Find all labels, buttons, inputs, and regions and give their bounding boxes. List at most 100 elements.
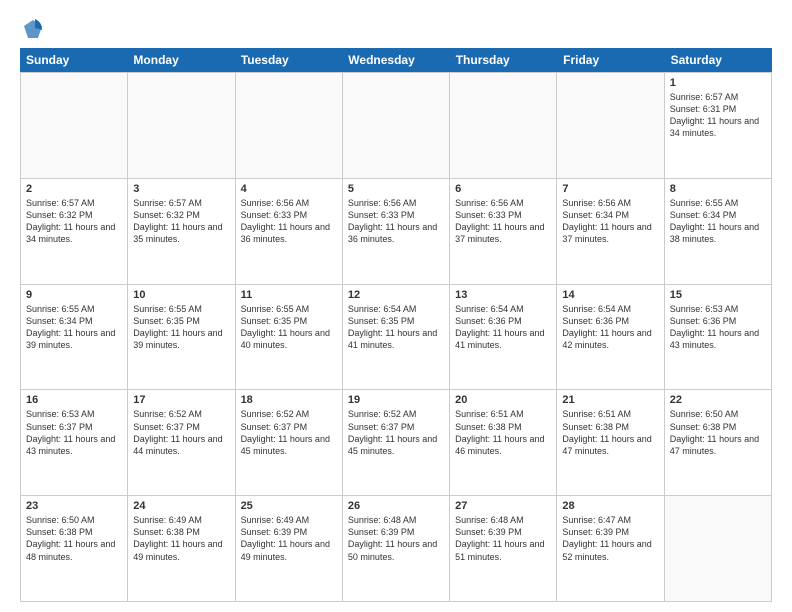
day-info: Sunrise: 6:54 AM Sunset: 6:35 PM Dayligh… bbox=[348, 303, 444, 352]
header-day-sunday: Sunday bbox=[20, 48, 127, 72]
day-number: 27 bbox=[455, 500, 551, 512]
day-info: Sunrise: 6:55 AM Sunset: 6:34 PM Dayligh… bbox=[26, 303, 122, 352]
calendar-cell bbox=[128, 73, 235, 179]
calendar-cell: 18 Sunrise: 6:52 AM Sunset: 6:37 PM Dayli… bbox=[236, 390, 343, 496]
calendar-cell: 17 Sunrise: 6:52 AM Sunset: 6:37 PM Dayli… bbox=[128, 390, 235, 496]
day-number: 26 bbox=[348, 500, 444, 512]
day-number: 3 bbox=[133, 183, 229, 195]
calendar-cell: 4 Sunrise: 6:56 AM Sunset: 6:33 PM Daylig… bbox=[236, 179, 343, 285]
day-number: 12 bbox=[348, 289, 444, 301]
day-info: Sunrise: 6:56 AM Sunset: 6:33 PM Dayligh… bbox=[241, 197, 337, 246]
day-number: 9 bbox=[26, 289, 122, 301]
calendar-cell bbox=[665, 496, 772, 602]
calendar-cell: 20Sunrise: 6:51 AM Sunset: 6:38 PM Dayli… bbox=[450, 390, 557, 496]
calendar-cell: 14 Sunrise: 6:54 AM Sunset: 6:36 PM Dayli… bbox=[557, 285, 664, 391]
day-info: Sunrise: 6:55 AM Sunset: 6:35 PM Dayligh… bbox=[241, 303, 337, 352]
day-info: Sunrise: 6:49 AM Sunset: 6:38 PM Dayligh… bbox=[133, 514, 229, 563]
day-info: Sunrise: 6:57 AM Sunset: 6:32 PM Dayligh… bbox=[133, 197, 229, 246]
day-number: 6 bbox=[455, 183, 551, 195]
header-day-friday: Friday bbox=[557, 48, 664, 72]
header-day-saturday: Saturday bbox=[665, 48, 772, 72]
day-number: 22 bbox=[670, 394, 766, 406]
day-info: Sunrise: 6:51 AM Sunset: 6:38 PM Dayligh… bbox=[562, 408, 658, 457]
calendar-row-1: 2 Sunrise: 6:57 AM Sunset: 6:32 PM Daylig… bbox=[21, 179, 772, 285]
calendar-cell: 25 Sunrise: 6:49 AM Sunset: 6:39 PM Dayli… bbox=[236, 496, 343, 602]
day-number: 18 bbox=[241, 394, 337, 406]
calendar-cell: 22 Sunrise: 6:50 AM Sunset: 6:38 PM Dayli… bbox=[665, 390, 772, 496]
day-number: 8 bbox=[670, 183, 766, 195]
day-info: Sunrise: 6:55 AM Sunset: 6:35 PM Dayligh… bbox=[133, 303, 229, 352]
day-number: 21 bbox=[562, 394, 658, 406]
day-info: Sunrise: 6:50 AM Sunset: 6:38 PM Dayligh… bbox=[670, 408, 766, 457]
calendar-row-0: 1 Sunrise: 6:57 AM Sunset: 6:31 PM Daylig… bbox=[21, 73, 772, 179]
calendar-header: SundayMondayTuesdayWednesdayThursdayFrid… bbox=[20, 48, 772, 72]
day-number: 4 bbox=[241, 183, 337, 195]
header-day-tuesday: Tuesday bbox=[235, 48, 342, 72]
day-info: Sunrise: 6:54 AM Sunset: 6:36 PM Dayligh… bbox=[455, 303, 551, 352]
day-number: 10 bbox=[133, 289, 229, 301]
day-number: 23 bbox=[26, 500, 122, 512]
calendar-cell: 24 Sunrise: 6:49 AM Sunset: 6:38 PM Dayli… bbox=[128, 496, 235, 602]
header-day-monday: Monday bbox=[127, 48, 234, 72]
day-info: Sunrise: 6:52 AM Sunset: 6:37 PM Dayligh… bbox=[133, 408, 229, 457]
header-day-thursday: Thursday bbox=[450, 48, 557, 72]
calendar-body: 1 Sunrise: 6:57 AM Sunset: 6:31 PM Daylig… bbox=[20, 72, 772, 602]
day-number: 17 bbox=[133, 394, 229, 406]
day-number: 5 bbox=[348, 183, 444, 195]
day-info: Sunrise: 6:54 AM Sunset: 6:36 PM Dayligh… bbox=[562, 303, 658, 352]
day-info: Sunrise: 6:52 AM Sunset: 6:37 PM Dayligh… bbox=[348, 408, 444, 457]
calendar-cell: 5 Sunrise: 6:56 AM Sunset: 6:33 PM Daylig… bbox=[343, 179, 450, 285]
calendar-cell: 13 Sunrise: 6:54 AM Sunset: 6:36 PM Dayli… bbox=[450, 285, 557, 391]
calendar-cell: 8 Sunrise: 6:55 AM Sunset: 6:34 PM Daylig… bbox=[665, 179, 772, 285]
day-number: 25 bbox=[241, 500, 337, 512]
day-number: 28 bbox=[562, 500, 658, 512]
day-number: 19 bbox=[348, 394, 444, 406]
calendar: SundayMondayTuesdayWednesdayThursdayFrid… bbox=[20, 48, 772, 602]
calendar-cell bbox=[450, 73, 557, 179]
day-number: 13 bbox=[455, 289, 551, 301]
calendar-cell: 16 Sunrise: 6:53 AM Sunset: 6:37 PM Dayli… bbox=[21, 390, 128, 496]
day-info: Sunrise: 6:50 AM Sunset: 6:38 PM Dayligh… bbox=[26, 514, 122, 563]
day-info: Sunrise: 6:52 AM Sunset: 6:37 PM Dayligh… bbox=[241, 408, 337, 457]
header-day-wednesday: Wednesday bbox=[342, 48, 449, 72]
day-info: Sunrise: 6:53 AM Sunset: 6:36 PM Dayligh… bbox=[670, 303, 766, 352]
calendar-cell bbox=[343, 73, 450, 179]
calendar-cell bbox=[557, 73, 664, 179]
calendar-cell bbox=[21, 73, 128, 179]
calendar-cell: 26 Sunrise: 6:48 AM Sunset: 6:39 PM Dayli… bbox=[343, 496, 450, 602]
day-number: 24 bbox=[133, 500, 229, 512]
calendar-cell: 10 Sunrise: 6:55 AM Sunset: 6:35 PM Dayli… bbox=[128, 285, 235, 391]
day-info: Sunrise: 6:55 AM Sunset: 6:34 PM Dayligh… bbox=[670, 197, 766, 246]
day-number: 2 bbox=[26, 183, 122, 195]
day-info: Sunrise: 6:56 AM Sunset: 6:34 PM Dayligh… bbox=[562, 197, 658, 246]
day-info: Sunrise: 6:49 AM Sunset: 6:39 PM Dayligh… bbox=[241, 514, 337, 563]
calendar-cell: 28 Sunrise: 6:47 AM Sunset: 6:39 PM Dayli… bbox=[557, 496, 664, 602]
calendar-row-3: 16 Sunrise: 6:53 AM Sunset: 6:37 PM Dayli… bbox=[21, 390, 772, 496]
day-number: 1 bbox=[670, 77, 766, 89]
calendar-row-4: 23 Sunrise: 6:50 AM Sunset: 6:38 PM Dayli… bbox=[21, 496, 772, 602]
logo-icon bbox=[22, 18, 44, 40]
calendar-cell: 11Sunrise: 6:55 AM Sunset: 6:35 PM Dayli… bbox=[236, 285, 343, 391]
calendar-cell: 3 Sunrise: 6:57 AM Sunset: 6:32 PM Daylig… bbox=[128, 179, 235, 285]
day-info: Sunrise: 6:57 AM Sunset: 6:31 PM Dayligh… bbox=[670, 91, 766, 140]
day-info: Sunrise: 6:48 AM Sunset: 6:39 PM Dayligh… bbox=[455, 514, 551, 563]
calendar-cell: 9 Sunrise: 6:55 AM Sunset: 6:34 PM Daylig… bbox=[21, 285, 128, 391]
calendar-cell: 19 Sunrise: 6:52 AM Sunset: 6:37 PM Dayli… bbox=[343, 390, 450, 496]
day-info: Sunrise: 6:56 AM Sunset: 6:33 PM Dayligh… bbox=[455, 197, 551, 246]
day-number: 16 bbox=[26, 394, 122, 406]
day-info: Sunrise: 6:56 AM Sunset: 6:33 PM Dayligh… bbox=[348, 197, 444, 246]
day-info: Sunrise: 6:48 AM Sunset: 6:39 PM Dayligh… bbox=[348, 514, 444, 563]
calendar-cell: 21 Sunrise: 6:51 AM Sunset: 6:38 PM Dayli… bbox=[557, 390, 664, 496]
calendar-row-2: 9 Sunrise: 6:55 AM Sunset: 6:34 PM Daylig… bbox=[21, 285, 772, 391]
day-number: 14 bbox=[562, 289, 658, 301]
calendar-cell: 15 Sunrise: 6:53 AM Sunset: 6:36 PM Dayli… bbox=[665, 285, 772, 391]
day-info: Sunrise: 6:53 AM Sunset: 6:37 PM Dayligh… bbox=[26, 408, 122, 457]
calendar-cell: 27 Sunrise: 6:48 AM Sunset: 6:39 PM Dayli… bbox=[450, 496, 557, 602]
calendar-cell bbox=[236, 73, 343, 179]
calendar-cell: 12 Sunrise: 6:54 AM Sunset: 6:35 PM Dayli… bbox=[343, 285, 450, 391]
day-number: 15 bbox=[670, 289, 766, 301]
calendar-cell: 6 Sunrise: 6:56 AM Sunset: 6:33 PM Daylig… bbox=[450, 179, 557, 285]
calendar-cell: 2Sunrise: 6:57 AM Sunset: 6:32 PM Daylig… bbox=[21, 179, 128, 285]
calendar-cell: 23 Sunrise: 6:50 AM Sunset: 6:38 PM Dayli… bbox=[21, 496, 128, 602]
day-info: Sunrise: 6:47 AM Sunset: 6:39 PM Dayligh… bbox=[562, 514, 658, 563]
